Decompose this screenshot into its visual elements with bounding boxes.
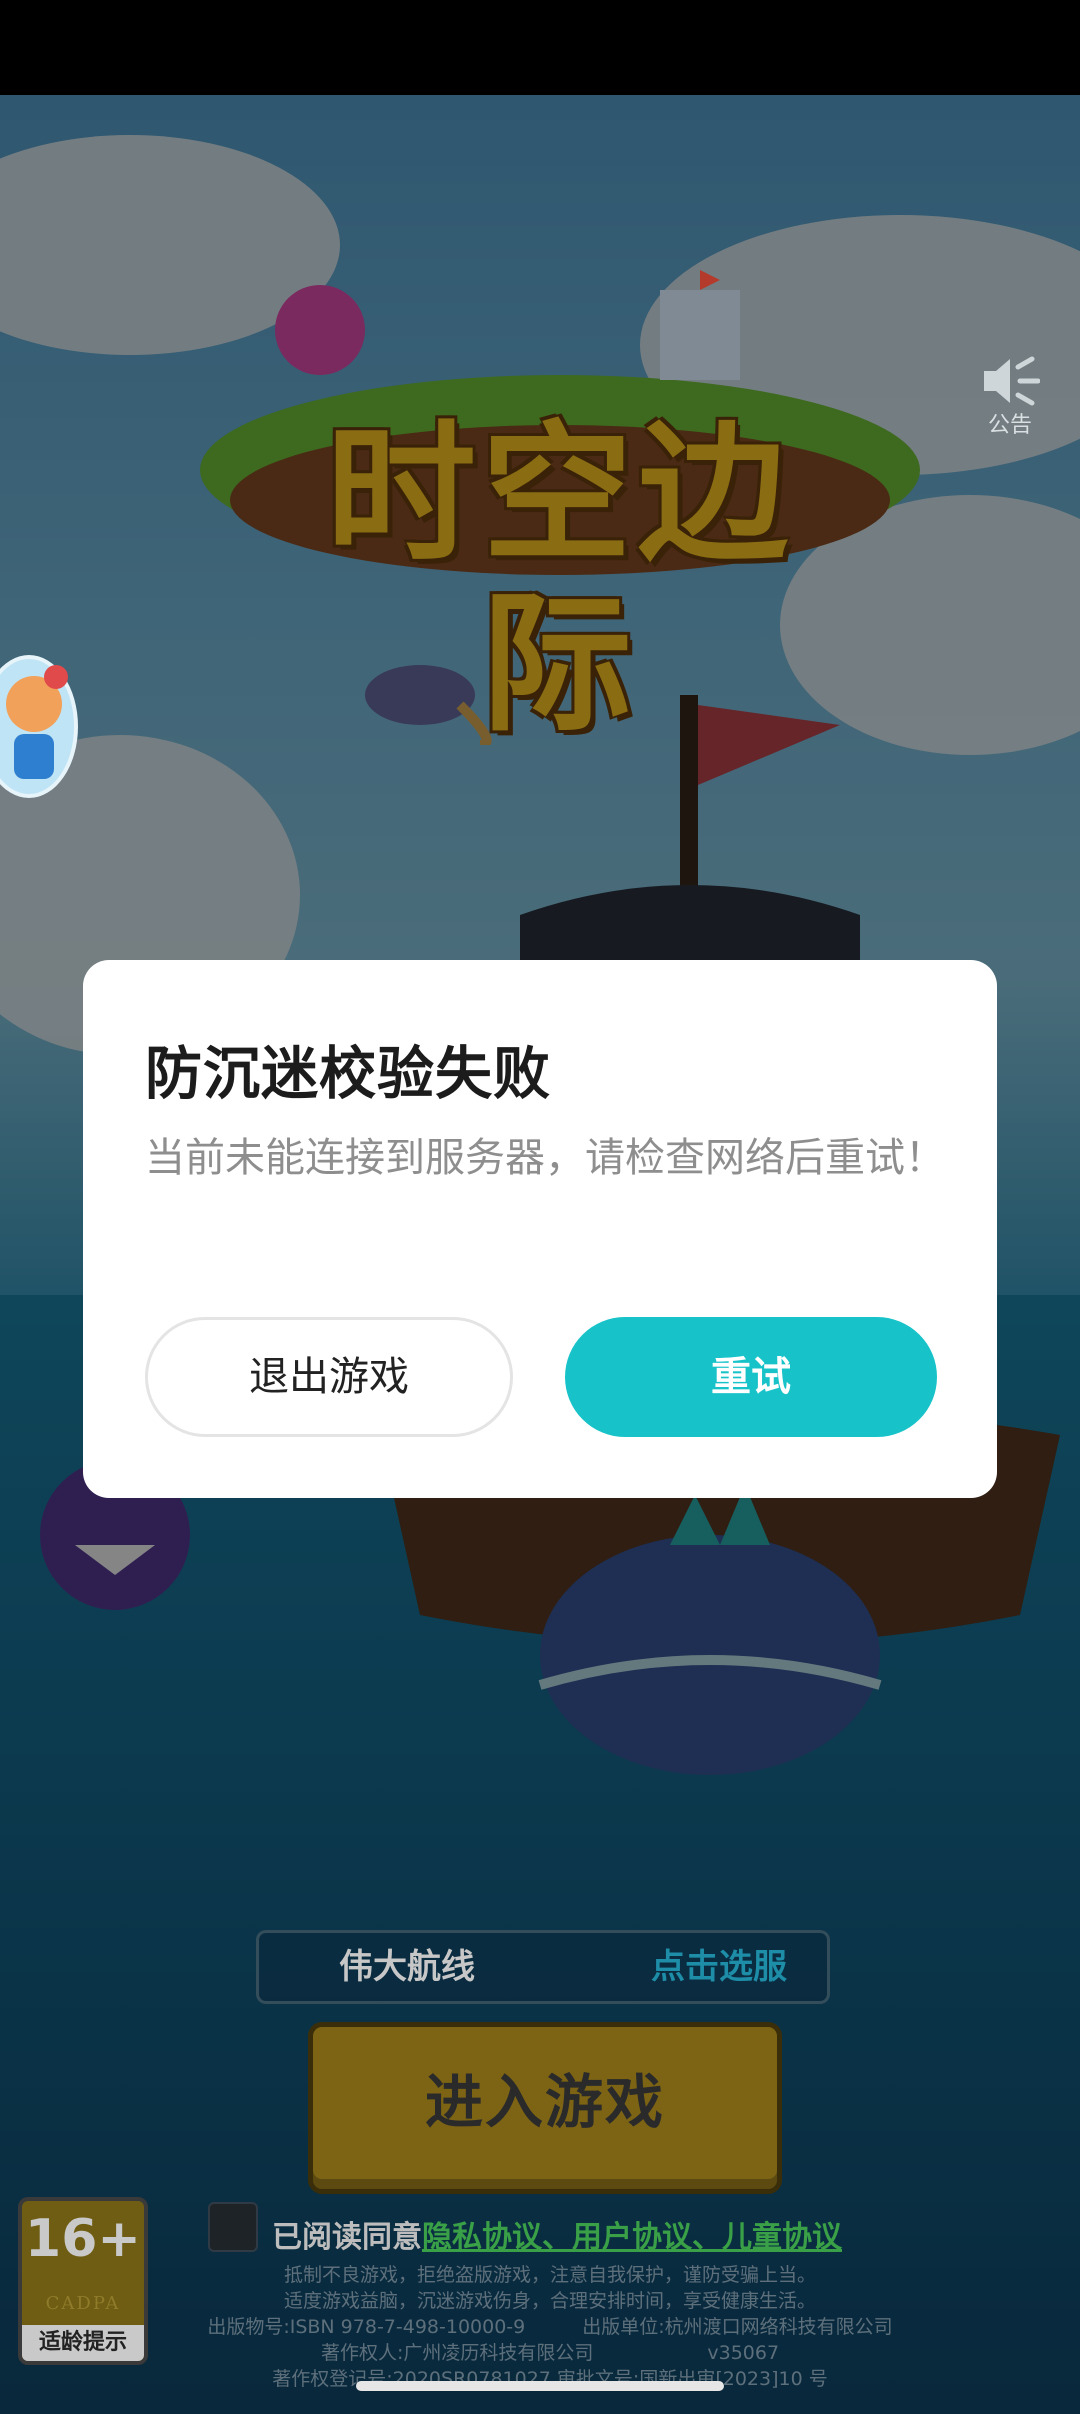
floating-assistant-avatar[interactable]	[0, 655, 78, 798]
speaker-icon	[984, 356, 1040, 406]
agreement-prefix: 已阅读同意	[272, 2220, 422, 2255]
legal-notice: 抵制不良游戏，拒绝盗版游戏，注意自我保护，谨防受骗上当。 适度游戏益脑，沉迷游戏…	[140, 2262, 960, 2392]
retry-button[interactable]: 重试	[565, 1317, 937, 1437]
legal-line: 著作权人:广州凌历科技有限公司 v35067	[320, 2342, 780, 2364]
enter-game-label: 进入游戏	[424, 2068, 665, 2136]
select-server-link[interactable]: 点击选服	[651, 1933, 787, 2001]
legal-line: 出版物号:ISBN 978-7-498-10000-9 出版单位:杭州渡口网络科…	[207, 2316, 893, 2338]
mascot-icon	[6, 665, 68, 779]
announcement-button[interactable]: 公告	[975, 355, 1045, 445]
dialog-title: 防沉迷校验失败	[145, 1041, 551, 1107]
server-name: 伟大航线	[339, 1947, 475, 1987]
dialog-message: 当前未能连接到服务器，请检查网络后重试！	[145, 1135, 945, 1181]
announcement-label: 公告	[987, 413, 1032, 438]
legal-line: 抵制不良游戏，拒绝盗版游戏，注意自我保护，谨防受骗上当。	[283, 2264, 816, 2286]
agreement-checkbox[interactable]	[208, 2202, 258, 2252]
home-indicator[interactable]	[356, 2381, 724, 2391]
age-rating-org: CADPA	[45, 2293, 121, 2314]
server-selector[interactable]: 伟大航线 点击选服	[256, 1930, 830, 2004]
retry-label: 重试	[711, 1354, 791, 1400]
game-title: 时空边际	[325, 408, 794, 752]
legal-line: 适度游戏益脑，沉迷游戏伤身，合理安排时间，享受健康生活。	[283, 2290, 816, 2312]
agreement-links[interactable]: 隐私协议、用户协议、儿童协议	[422, 2220, 842, 2255]
exit-game-button[interactable]: 退出游戏	[145, 1317, 513, 1437]
anti-addiction-dialog: 防沉迷校验失败 当前未能连接到服务器，请检查网络后重试！ 退出游戏 重试	[83, 960, 997, 1498]
enter-game-button[interactable]: 进入游戏	[308, 2022, 782, 2194]
exit-game-label: 退出游戏	[249, 1354, 409, 1400]
age-rating-number: 16+	[25, 2209, 141, 2269]
age-rating-tip: 适龄提示	[22, 2325, 144, 2361]
agreement-text: 已阅读同意隐私协议、用户协议、儿童协议	[272, 2212, 842, 2256]
age-rating-badge[interactable]: 16+ CADPA 适龄提示	[18, 2197, 148, 2365]
